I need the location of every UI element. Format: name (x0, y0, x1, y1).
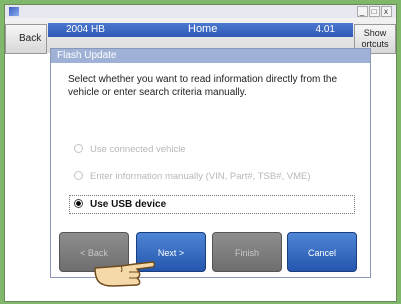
flash-update-dialog: Flash Update Select whether you want to … (50, 48, 371, 287)
show-shortcuts-label: Show ortcuts (361, 28, 389, 49)
window-controls: _ □ x (356, 6, 392, 17)
dialog-prompt: Select whether you want to read informat… (68, 74, 338, 98)
option-label: Use USB device (90, 199, 167, 210)
option-use-usb[interactable]: Use USB device (69, 195, 355, 214)
vehicle-label: 2004 HB (66, 24, 105, 35)
back-nav-button[interactable]: Back (5, 24, 47, 54)
radio-icon[interactable] (74, 144, 83, 153)
option-enter-manually[interactable]: Enter information manually (VIN, Part#, … (74, 171, 311, 182)
vehicle-bar: 2004 HB Home 4.01 (48, 23, 353, 37)
finish-button[interactable]: Finish (212, 232, 282, 272)
option-label: Enter information manually (VIN, Part#, … (90, 171, 311, 182)
option-connected-vehicle[interactable]: Use connected vehicle (74, 144, 186, 155)
app-window: _ □ x Back 2004 HB Home 4.01 Show ortcuts … (4, 4, 397, 302)
cancel-button[interactable]: Cancel (287, 232, 357, 272)
option-label: Use connected vehicle (90, 144, 186, 155)
page-title: Home (188, 23, 218, 35)
version-label: 4.01 (315, 24, 335, 35)
close-button[interactable]: x (381, 6, 392, 17)
minimize-button[interactable]: _ (357, 6, 368, 17)
dialog-title: Flash Update (51, 49, 370, 63)
pointing-hand-icon (94, 261, 156, 287)
maximize-button[interactable]: □ (369, 6, 380, 17)
radio-icon[interactable] (74, 171, 83, 180)
app-icon (9, 7, 19, 16)
title-bar: _ □ x (5, 5, 396, 18)
radio-selected-icon[interactable] (74, 199, 83, 208)
